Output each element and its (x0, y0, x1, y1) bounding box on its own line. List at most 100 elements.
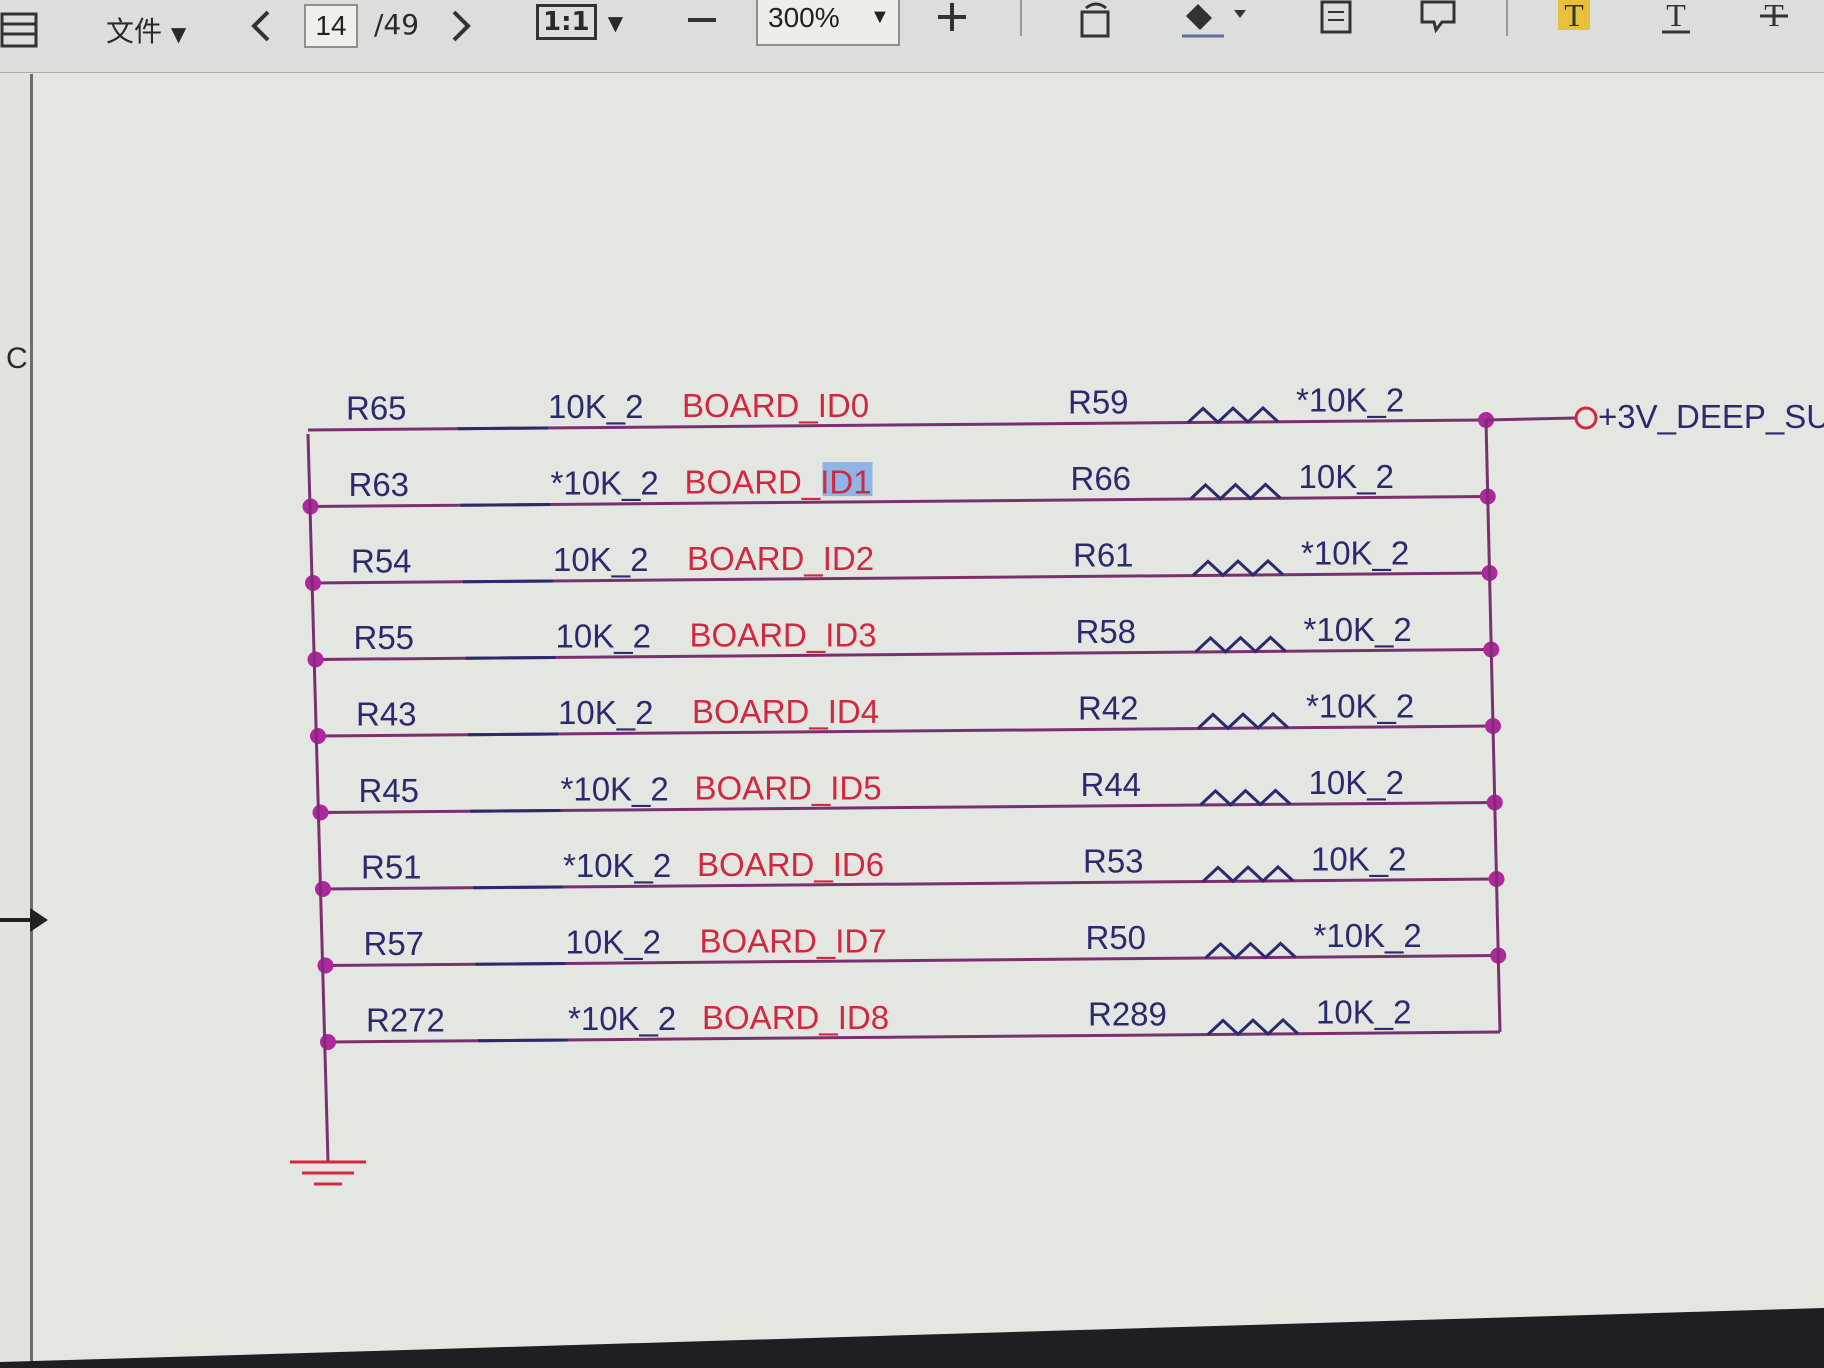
svg-text:T: T (1666, 0, 1686, 33)
power-wire (1485, 416, 1577, 422)
resistor-ref-right: R50 (1086, 919, 1147, 956)
toolbar-divider (1506, 0, 1508, 36)
resistor-value-right: *10K_2 (1314, 917, 1422, 954)
resistor-value-left: *10K_2 (563, 847, 671, 884)
power-net-label: +3V_DEEP_SU (1598, 398, 1824, 435)
comment-icon[interactable] (1418, 0, 1458, 36)
power-port-symbol (1574, 406, 1598, 430)
zoom-value: 300% (768, 2, 840, 33)
resistor-ref-right: R66 (1071, 460, 1132, 497)
zoom-out-icon[interactable] (684, 4, 720, 40)
board-id-resistor-network: R65 10K_2 BOARD_ID0 R59 *10K_2 R63 *10K_2 BOARD… (290, 382, 1824, 1186)
resistor-right-symbol (1194, 635, 1287, 654)
toolbar-divider (1020, 0, 1022, 36)
resistor-value-right: 10K_2 (1299, 458, 1394, 495)
resistor-ref-right: R44 (1081, 766, 1142, 803)
zoom-in-icon[interactable] (934, 0, 970, 36)
file-menu[interactable]: 文件 ▼ (106, 10, 186, 50)
resistor-value-left: 10K_2 (566, 923, 661, 960)
resistor-value-right: *10K_2 (1306, 688, 1414, 725)
resistor-value-left: 10K_2 (553, 541, 648, 578)
net-label: BOARD_ID8 (702, 999, 889, 1036)
resistor-value-left: *10K_2 (561, 770, 669, 807)
total-pages: /49 (374, 8, 420, 41)
resistor-ref-left: R65 (346, 390, 407, 427)
schematic-page: C R65 10K_2 BOARD_ID0 R59 *10K_2 R63 *10K_2 BOA… (0, 342, 1824, 1368)
resistor-left-symbol (475, 961, 566, 966)
resistor-value-right: *10K_2 (1301, 535, 1409, 572)
net-label: BOARD_ID2 (687, 540, 874, 577)
resistor-right-symbol (1196, 711, 1290, 731)
resistor-right-symbol (1189, 482, 1282, 501)
text-strikeout-icon[interactable]: T (1756, 0, 1792, 36)
file-menu-label: 文件 (106, 15, 163, 48)
page-number-input[interactable]: 14 (304, 4, 358, 48)
resistor-ref-right: R59 (1068, 384, 1129, 421)
resistor-value-right: 10K_2 (1311, 841, 1406, 878)
left-sidebar (0, 74, 33, 1368)
resistor-ref-left: R43 (356, 696, 417, 733)
resistor-value-left: 10K_2 (556, 617, 651, 654)
resistor-value-left: *10K_2 (551, 464, 659, 501)
resistor-right-symbol (1201, 864, 1295, 884)
resistor-ref-left: R57 (364, 925, 425, 962)
resistor-ref-left: R54 (351, 543, 412, 580)
rotate-icon[interactable] (1076, 0, 1116, 40)
chevron-down-icon: ▼ (870, 6, 890, 28)
resistor-left-symbol (462, 579, 554, 584)
junction-dot (315, 881, 331, 897)
junction-dot (320, 1034, 336, 1050)
resistor-ref-right: R53 (1083, 843, 1144, 880)
resistor-ref-left: R45 (359, 772, 420, 809)
resistor-right-symbol (1199, 788, 1292, 807)
resistor-value-right: 10K_2 (1316, 994, 1411, 1031)
resistor-value-left: 10K_2 (548, 388, 643, 425)
prev-page-icon[interactable] (248, 8, 274, 44)
net-label: BOARD_ID3 (690, 616, 877, 653)
resistor-left-symbol (457, 426, 549, 431)
monitor-bezel (0, 1308, 1824, 1368)
next-page-icon[interactable] (448, 8, 474, 44)
net-label: BOARD_ID4 (692, 693, 879, 730)
net-label: BOARD_ID7 (700, 922, 887, 959)
net-label: BOARD_ID6 (697, 846, 884, 883)
zoom-select[interactable]: 300% ▼ (756, 0, 900, 46)
zone-marker: C (6, 342, 28, 375)
chevron-down-icon: ▼ (170, 22, 187, 46)
resistor-right-symbol (1191, 558, 1285, 578)
resistor-ref-right: R42 (1078, 690, 1139, 727)
resistor-value-left: 10K_2 (558, 694, 653, 731)
actual-size-label: 1:1 (536, 4, 597, 40)
resistor-left-symbol (465, 655, 556, 660)
ground-rail (306, 433, 330, 1163)
resistor-value-right: 10K_2 (1309, 764, 1404, 801)
text-highlight-icon[interactable]: T (1556, 0, 1592, 36)
net-label: BOARD_ID0 (682, 387, 869, 424)
resistor-ref-left: R272 (366, 1002, 445, 1039)
resistor-ref-right: R289 (1088, 996, 1167, 1033)
resistor-left-symbol (467, 732, 559, 737)
resistor-ref-right: R58 (1076, 613, 1137, 650)
toolbar: 文件 ▼ 14 /49 1:1 ▼ 300% ▼ T T T (0, 0, 1824, 73)
resistor-ref-left: R51 (361, 849, 422, 886)
resistor-value-right: *10K_2 (1304, 611, 1412, 648)
junction-dot (312, 804, 329, 821)
resistor-value-right: *10K_2 (1296, 382, 1404, 419)
svg-text:T: T (1564, 0, 1584, 33)
resistor-right-symbol (1186, 405, 1280, 425)
fill-tool-icon[interactable] (1180, 0, 1250, 40)
net-label: BOARD_ID1 (685, 463, 872, 500)
resistor-ref-right: R61 (1073, 537, 1134, 574)
actual-size-button[interactable]: 1:1 ▼ (536, 4, 623, 40)
resistor-left-symbol (477, 1038, 569, 1043)
chevron-down-icon: ▼ (607, 11, 624, 35)
resistor-left-symbol (472, 885, 564, 890)
sidebar-toggle-icon[interactable] (0, 10, 40, 50)
resistor-ref-left: R63 (349, 466, 410, 503)
resistor-right-symbol (1204, 941, 1297, 960)
junction-dot (317, 957, 334, 974)
resistor-right-symbol (1206, 1017, 1300, 1037)
note-icon[interactable] (1318, 0, 1354, 36)
text-underline-icon[interactable]: T (1658, 0, 1694, 36)
resistor-left-symbol (470, 808, 561, 813)
